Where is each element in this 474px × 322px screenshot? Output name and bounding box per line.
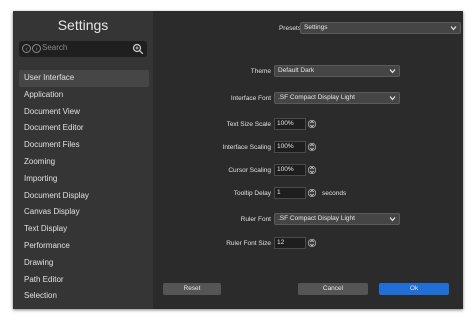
reset-button[interactable]: Reset: [163, 283, 221, 295]
ruler-font-size-label: Ruler Font Size: [226, 240, 271, 247]
ruler-font-size-input[interactable]: 12: [274, 237, 306, 249]
sidebar-item-application[interactable]: Application: [19, 87, 149, 104]
sidebar-item-path-editor[interactable]: Path Editor: [19, 272, 149, 289]
tooltip-delay-label: Tooltip Delay: [233, 190, 271, 197]
ok-button[interactable]: Ok: [379, 283, 449, 295]
stepper-icon[interactable]: [308, 165, 316, 175]
sidebar-nav: User Interface Application Document View…: [19, 70, 149, 305]
presets-select[interactable]: Settings: [300, 22, 461, 34]
sidebar-item-zooming[interactable]: Zooming: [19, 154, 149, 171]
ruler-font-select[interactable]: .SF Compact Display Light: [274, 213, 400, 225]
interface-font-label: Interface Font: [230, 95, 271, 102]
sidebar-item-document-display[interactable]: Document Display: [19, 188, 149, 205]
chevron-down-icon: [389, 96, 396, 101]
text-size-scale-label: Text Size Scale: [226, 121, 271, 128]
sidebar-item-document-view[interactable]: Document View: [19, 104, 149, 121]
chevron-down-icon: [389, 217, 396, 222]
sidebar-item-text-display[interactable]: Text Display: [19, 221, 149, 238]
sidebar-item-performance[interactable]: Performance: [19, 238, 149, 255]
stepper-icon[interactable]: [308, 238, 316, 248]
theme-value: Default Dark: [278, 67, 315, 74]
cancel-button[interactable]: Cancel: [298, 283, 368, 295]
sidebar-item-canvas-display[interactable]: Canvas Display: [19, 204, 149, 221]
presets-label: Presets: [278, 25, 301, 32]
back-icon[interactable]: ‹: [22, 44, 31, 53]
sidebar-item-document-files[interactable]: Document Files: [19, 137, 149, 154]
stepper-icon[interactable]: [308, 119, 316, 129]
sidebar-item-drawing[interactable]: Drawing: [19, 255, 149, 272]
interface-scaling-input[interactable]: 100%: [274, 141, 306, 153]
theme-label: Theme: [250, 68, 271, 75]
stepper-icon[interactable]: [308, 142, 316, 152]
ruler-font-value: .SF Compact Display Light: [278, 215, 355, 222]
tooltip-delay-units: seconds: [322, 190, 347, 197]
ruler-font-label: Ruler Font: [240, 216, 271, 223]
search-placeholder[interactable]: Search: [42, 43, 67, 52]
cursor-scaling-input[interactable]: 100%: [274, 164, 306, 176]
interface-scaling-label: Interface Scaling: [222, 144, 271, 151]
sidebar-item-document-editor[interactable]: Document Editor: [19, 120, 149, 137]
stepper-icon[interactable]: [308, 188, 316, 198]
tooltip-delay-input[interactable]: 1: [274, 187, 306, 199]
settings-panel: Presets Settings Theme Default Dark Inte…: [153, 11, 463, 309]
sidebar: Settings ‹ › Search User Interface Appli…: [13, 11, 153, 309]
sidebar-item-importing[interactable]: Importing: [19, 171, 149, 188]
chevron-down-icon: [450, 26, 457, 31]
search-box[interactable]: ‹ › Search: [19, 41, 147, 57]
chevron-down-icon: [389, 69, 396, 74]
cursor-scaling-label: Cursor Scaling: [228, 167, 271, 174]
forward-icon[interactable]: ›: [32, 44, 41, 53]
sidebar-item-selection[interactable]: Selection: [19, 288, 149, 305]
interface-font-select[interactable]: .SF Compact Display Light: [274, 92, 400, 104]
sidebar-item-user-interface[interactable]: User Interface: [19, 70, 149, 87]
interface-font-value: .SF Compact Display Light: [278, 94, 355, 101]
search-icon[interactable]: [132, 43, 144, 55]
theme-select[interactable]: Default Dark: [274, 65, 400, 77]
text-size-scale-input[interactable]: 100%: [274, 118, 306, 130]
settings-window: Settings ‹ › Search User Interface Appli…: [13, 11, 463, 309]
sidebar-title: Settings: [57, 17, 109, 33]
presets-value: Settings: [304, 24, 328, 31]
